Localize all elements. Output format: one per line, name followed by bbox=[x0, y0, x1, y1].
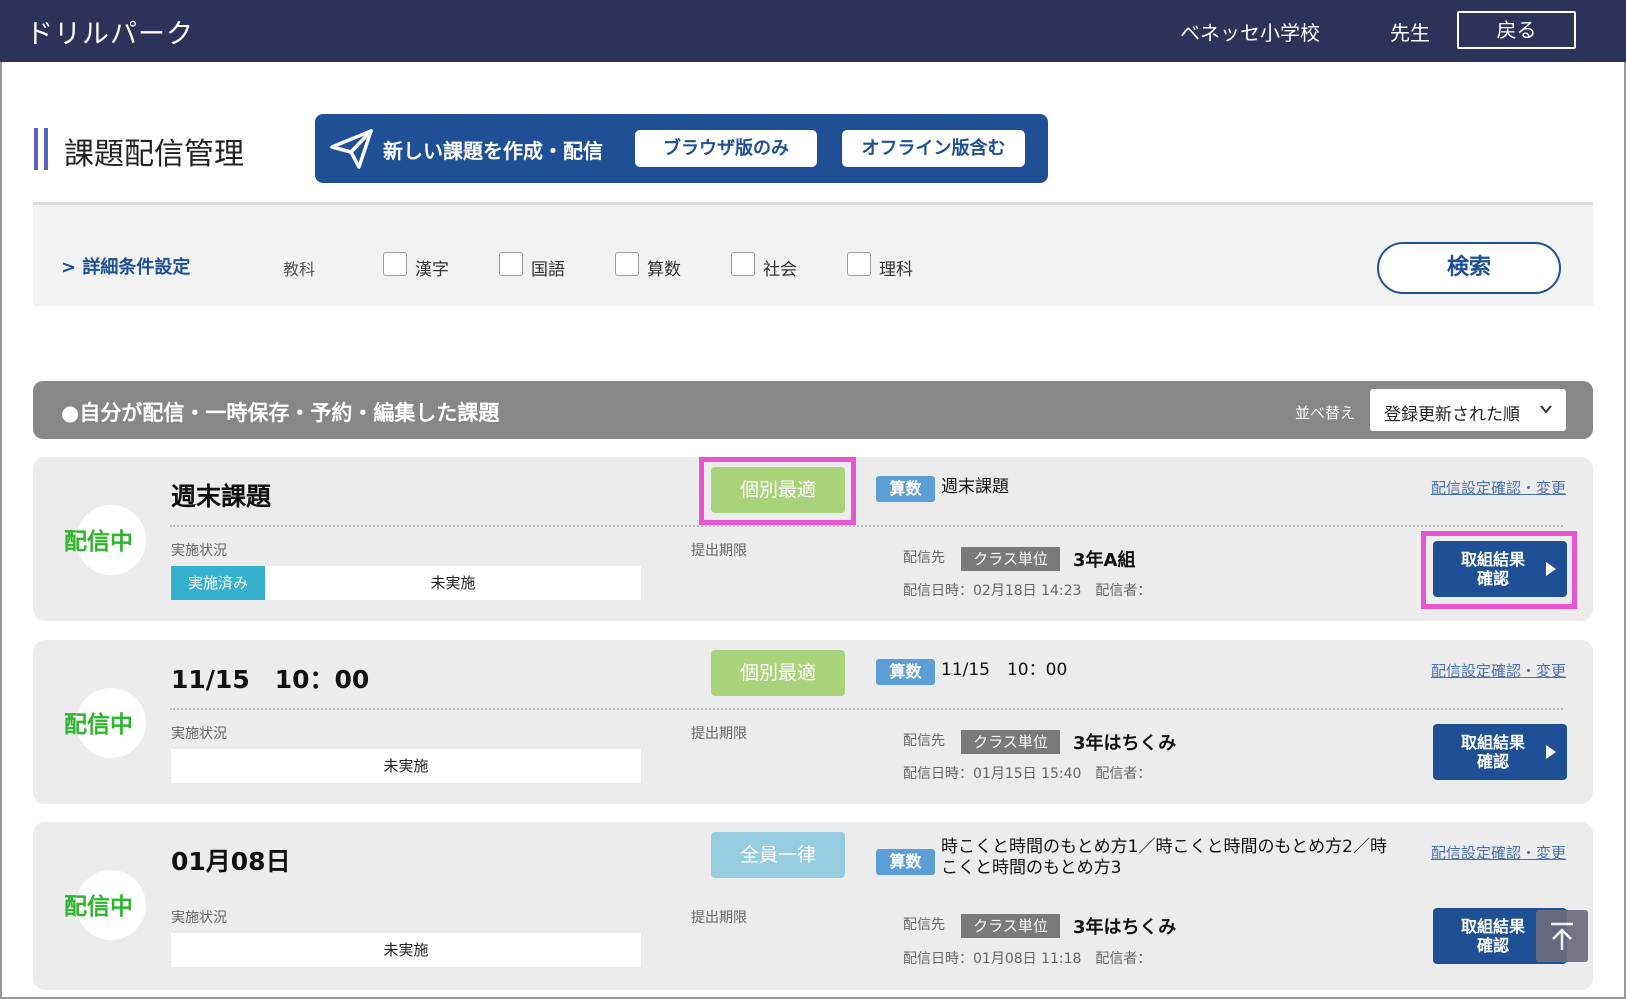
deadline-label: 提出期限 bbox=[691, 910, 747, 926]
mode-badge: 全員一律 bbox=[711, 832, 845, 878]
scroll-to-top-button[interactable] bbox=[1536, 910, 1588, 962]
arrow-up-icon bbox=[1551, 922, 1573, 950]
config-link[interactable]: 配信設定確認・変更 bbox=[1431, 660, 1566, 681]
section-title: ●自分が配信・一時保存・予約・編集した課題 bbox=[61, 401, 500, 425]
task-card: 配信中 01月08日 全員一律 算数 時こくと時間のもとめ方1／時こくと時間のも… bbox=[33, 822, 1593, 990]
checkbox-label: 社会 bbox=[763, 260, 797, 280]
app-logo[interactable]: ドリルパーク bbox=[26, 12, 194, 51]
deadline-label: 提出期限 bbox=[691, 726, 747, 742]
divider bbox=[170, 708, 1563, 710]
subject-tag: 算数 bbox=[876, 659, 935, 685]
progress-bar: 未実施 bbox=[171, 749, 641, 783]
sent-info: 配信日時：01月15日 15:40 配信者： bbox=[903, 766, 1152, 782]
search-button[interactable]: 検索 bbox=[1377, 242, 1561, 294]
sort-value: 登録更新された順 bbox=[1384, 405, 1520, 425]
destination-label: 配信先 bbox=[903, 733, 945, 749]
detail-conditions-label: 詳細条件設定 bbox=[82, 257, 191, 278]
deadline-label: 提出期限 bbox=[691, 543, 747, 559]
progress-label: 実施状況 bbox=[171, 543, 227, 559]
checkbox-label: 漢字 bbox=[415, 260, 449, 280]
task-name: 週末課題 bbox=[941, 477, 1009, 497]
unit-tag: クラス単位 bbox=[961, 730, 1060, 754]
task-title: 01月08日 bbox=[171, 847, 291, 876]
task-name: 時こくと時間のもとめ方1／時こくと時間のもとめ方2／時 こくと時間のもとめ方3 bbox=[941, 837, 1387, 878]
config-link[interactable]: 配信設定確認・変更 bbox=[1431, 477, 1566, 498]
result-button-label: 取組結果 確認 bbox=[1460, 917, 1525, 955]
school-name: ベネッセ小学校 bbox=[1180, 21, 1320, 45]
back-button[interactable]: 戻る bbox=[1457, 11, 1576, 49]
status-label: 配信中 bbox=[64, 712, 133, 738]
mode-badge: 個別最適 bbox=[711, 467, 845, 513]
chevron-right-icon: > bbox=[61, 257, 77, 278]
checkbox-label: 算数 bbox=[647, 260, 681, 280]
progress-bar: 未実施 bbox=[171, 933, 641, 967]
progress-not-done: 未実施 bbox=[383, 941, 429, 959]
unit-tag: クラス単位 bbox=[961, 547, 1060, 571]
status-label: 配信中 bbox=[64, 529, 133, 555]
checkbox-box[interactable] bbox=[847, 252, 871, 276]
progress-done: 実施済み bbox=[171, 566, 265, 600]
progress-label: 実施状況 bbox=[171, 726, 227, 742]
task-card: 配信中 週末課題 個別最適 算数 週末課題 配信設定確認・変更 実施状況 提出期… bbox=[33, 457, 1593, 621]
unit-tag: クラス単位 bbox=[961, 914, 1060, 938]
progress-bar: 実施済み 未実施 bbox=[171, 566, 641, 600]
result-button-label: 取組結果 確認 bbox=[1460, 733, 1525, 771]
divider bbox=[170, 525, 1563, 527]
subject-tag: 算数 bbox=[876, 849, 935, 875]
create-browser-only-button[interactable]: ブラウザ版のみ bbox=[635, 130, 817, 167]
destination-label: 配信先 bbox=[903, 550, 945, 566]
filter-panel: > 詳細条件設定 教科 漢字 国語 算数 社会 理科 検索 bbox=[33, 202, 1593, 306]
mode-badge: 個別最適 bbox=[711, 650, 845, 696]
destination-label: 配信先 bbox=[903, 917, 945, 933]
progress-not-done: 未実施 bbox=[383, 757, 429, 775]
config-link[interactable]: 配信設定確認・変更 bbox=[1431, 842, 1566, 863]
checkbox-box[interactable] bbox=[383, 252, 407, 276]
create-task-panel: 新しい課題を作成・配信 ブラウザ版のみ オフライン版含む bbox=[315, 114, 1048, 183]
subject-tag: 算数 bbox=[876, 476, 935, 502]
checkbox-box[interactable] bbox=[731, 252, 755, 276]
status-label: 配信中 bbox=[64, 894, 133, 920]
sent-info: 配信日時：02月18日 14:23 配信者： bbox=[903, 583, 1152, 599]
play-arrow-icon bbox=[1546, 745, 1556, 759]
checkbox-label: 理科 bbox=[879, 260, 913, 280]
progress-not-done: 未実施 bbox=[430, 574, 476, 592]
top-bar: ドリルパーク ベネッセ小学校 先生 戻る bbox=[0, 0, 1626, 62]
result-button-label: 取組結果 確認 bbox=[1460, 550, 1525, 588]
subject-filter-label: 教科 bbox=[283, 260, 316, 279]
chevron-down-icon bbox=[1540, 405, 1552, 414]
checkbox-label: 国語 bbox=[531, 260, 565, 280]
section-header: ●自分が配信・一時保存・予約・編集した課題 並べ替え 登録更新された順 bbox=[33, 381, 1593, 439]
create-task-label: 新しい課題を作成・配信 bbox=[383, 139, 603, 163]
class-name: 3年A組 bbox=[1073, 550, 1136, 571]
class-name: 3年はちくみ bbox=[1073, 917, 1177, 938]
result-button[interactable]: 取組結果 確認 bbox=[1433, 541, 1567, 597]
detail-conditions-toggle[interactable]: > 詳細条件設定 bbox=[61, 253, 190, 279]
class-name: 3年はちくみ bbox=[1073, 733, 1177, 754]
task-name: 11/15 10：00 bbox=[941, 660, 1068, 680]
sent-info: 配信日時：01月08日 11:18 配信者： bbox=[903, 951, 1152, 967]
create-with-offline-button[interactable]: オフライン版含む bbox=[842, 130, 1025, 167]
task-card: 配信中 11/15 10：00 個別最適 算数 11/15 10：00 配信設定… bbox=[33, 640, 1593, 804]
title-decoration bbox=[34, 128, 48, 170]
checkbox-box[interactable] bbox=[615, 252, 639, 276]
checkbox-box[interactable] bbox=[499, 252, 523, 276]
task-title: 週末課題 bbox=[171, 482, 272, 511]
task-title: 11/15 10：00 bbox=[171, 665, 370, 694]
page-title: 課題配信管理 bbox=[64, 137, 244, 172]
progress-label: 実施状況 bbox=[171, 910, 227, 926]
sort-select[interactable]: 登録更新された順 bbox=[1370, 389, 1566, 431]
user-name: 先生 bbox=[1390, 21, 1430, 45]
result-button[interactable]: 取組結果 確認 bbox=[1433, 724, 1567, 780]
play-arrow-icon bbox=[1546, 562, 1556, 576]
paper-plane-icon bbox=[330, 129, 373, 169]
sort-label: 並べ替え bbox=[1295, 404, 1356, 422]
